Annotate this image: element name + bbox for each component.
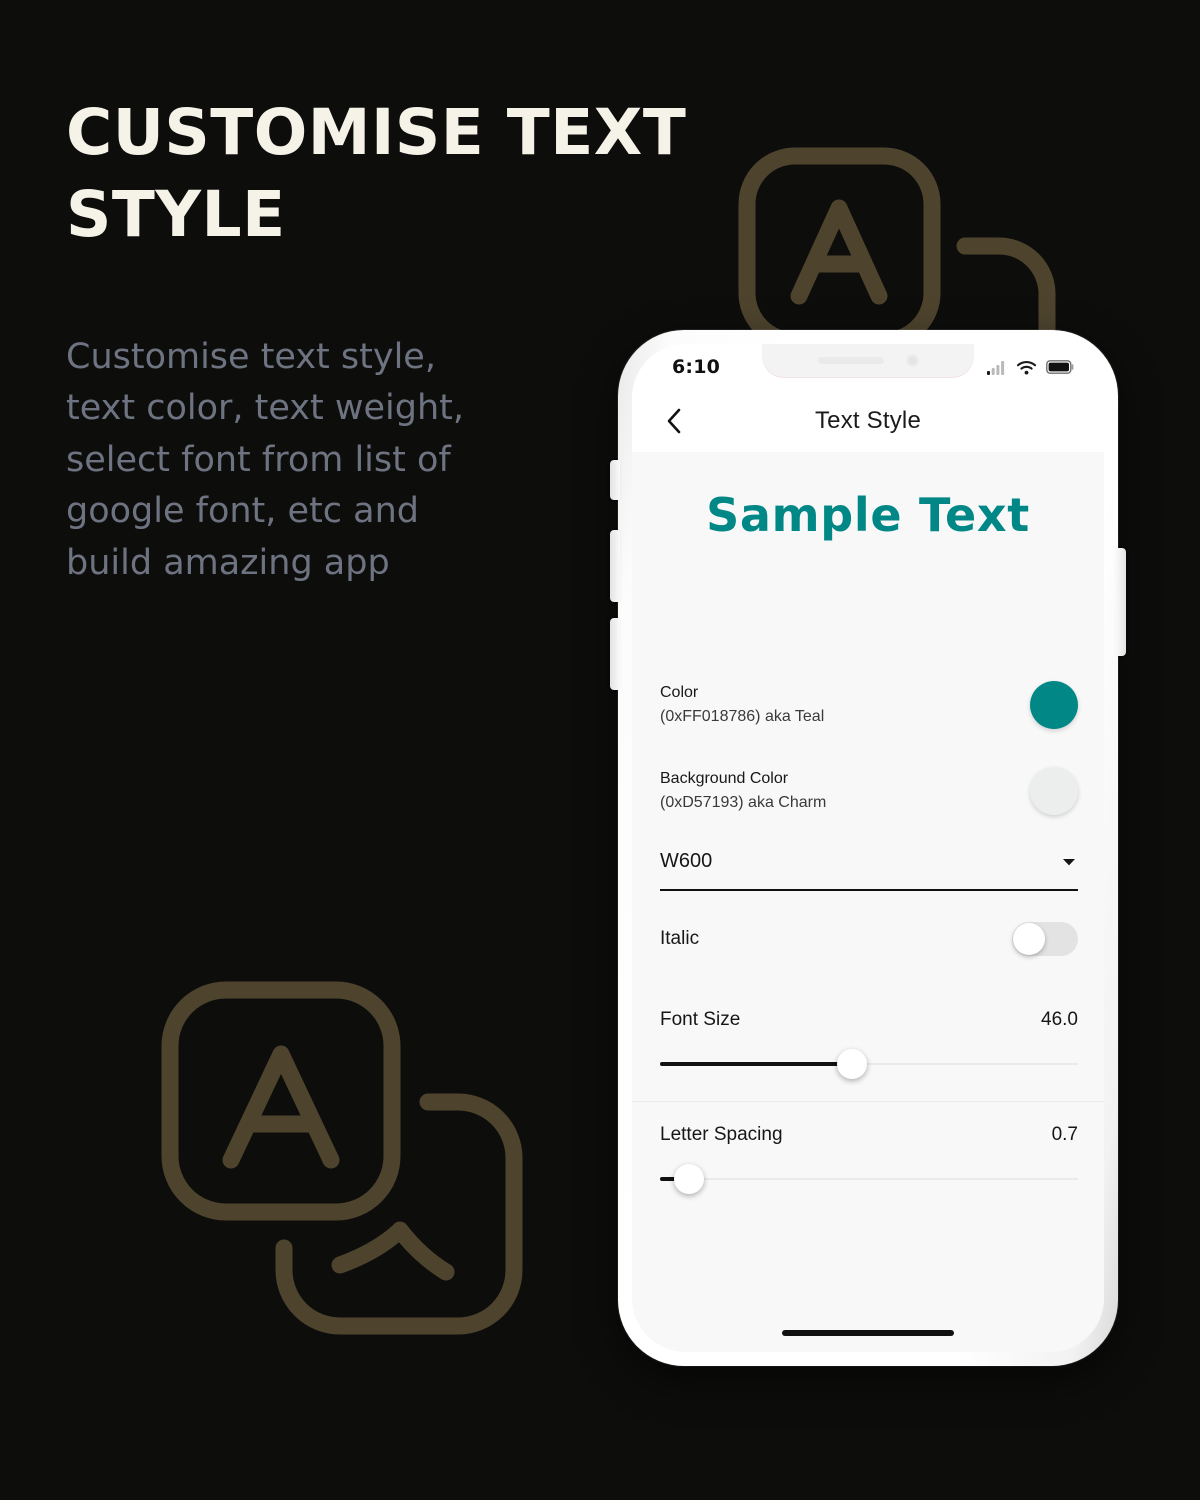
italic-toggle[interactable]: [1012, 922, 1078, 956]
background-color-label: Background Color: [660, 770, 789, 787]
font-size-header: Font Size 46.0: [660, 1009, 1078, 1031]
phone-mockup: 6:10 Text Style Sample Text Color (0xFF0…: [610, 330, 1126, 1366]
color-row-text: Color (0xFF018786) aka Teal: [660, 681, 824, 729]
phone-volume-up-button[interactable]: [610, 530, 620, 602]
settings-content: Sample Text Color (0xFF018786) aka Teal …: [632, 452, 1104, 1352]
earpiece-speaker-icon: [817, 357, 884, 364]
letter-spacing-slider-thumb[interactable]: [674, 1164, 705, 1194]
letter-spacing-value: 0.7: [1051, 1124, 1078, 1145]
font-size-value: 46.0: [1041, 1009, 1078, 1030]
phone-notch: [762, 344, 974, 377]
letter-spacing-slider-track: [660, 1178, 1078, 1180]
color-value: (0xFF018786) aka Teal: [660, 708, 825, 725]
italic-label: Italic: [660, 927, 700, 949]
sample-text: Sample Text: [706, 488, 1030, 542]
background-color-row[interactable]: Background Color (0xD57193) aka Charm: [632, 748, 1104, 834]
letter-spacing-block: Letter Spacing 0.7: [632, 1102, 1104, 1216]
background-color-row-text: Background Color (0xD57193) aka Charm: [660, 767, 826, 815]
letter-spacing-label: Letter Spacing: [660, 1124, 783, 1145]
battery-full-icon: [1046, 360, 1074, 374]
home-indicator[interactable]: [782, 1330, 954, 1336]
font-weight-dropdown-wrapper: W600: [632, 834, 1104, 891]
font-weight-value: W600: [660, 850, 713, 872]
letter-spacing-slider[interactable]: [660, 1164, 1078, 1194]
front-camera-icon: [905, 354, 919, 367]
phone-screen: 6:10 Text Style Sample Text Color (0xFF0…: [632, 344, 1104, 1352]
sample-text-preview: Sample Text: [632, 452, 1104, 662]
wifi-icon: [1016, 360, 1037, 374]
text-style-decoration-icon-bottom: [158, 978, 538, 1346]
settings-list: Color (0xFF018786) aka Teal Background C…: [632, 662, 1104, 1216]
font-size-block: Font Size 46.0: [632, 987, 1104, 1101]
color-row[interactable]: Color (0xFF018786) aka Teal: [632, 662, 1104, 748]
phone-volume-down-button[interactable]: [610, 618, 620, 690]
font-size-slider-fill: [660, 1062, 853, 1066]
app-bar-title: Text Style: [814, 407, 922, 434]
phone-mute-switch[interactable]: [610, 460, 620, 500]
cellular-signal-icon: [987, 360, 1005, 375]
chevron-down-icon: [1063, 858, 1075, 865]
status-bar-icons: [987, 360, 1074, 375]
status-bar-time: 6:10: [672, 356, 721, 378]
letter-spacing-header: Letter Spacing 0.7: [660, 1124, 1078, 1146]
background-color-value: (0xD57193) aka Charm: [660, 794, 827, 811]
italic-row[interactable]: Italic: [632, 891, 1104, 987]
background-color-swatch[interactable]: [1030, 767, 1078, 815]
font-size-label: Font Size: [660, 1009, 741, 1030]
page-subtitle: Customise text style, text color, text w…: [66, 337, 464, 583]
app-bar: Text Style: [632, 390, 1104, 452]
font-weight-dropdown[interactable]: W600: [660, 850, 1078, 891]
color-label: Color: [660, 684, 699, 701]
color-swatch[interactable]: [1030, 681, 1078, 729]
font-size-slider-thumb[interactable]: [837, 1049, 868, 1079]
italic-toggle-knob: [1013, 923, 1045, 955]
font-size-slider[interactable]: [660, 1049, 1078, 1079]
status-bar: 6:10: [632, 344, 1104, 390]
page-title: CUSTOMISE TEXT STYLE: [66, 96, 687, 251]
phone-power-button[interactable]: [1116, 548, 1126, 656]
